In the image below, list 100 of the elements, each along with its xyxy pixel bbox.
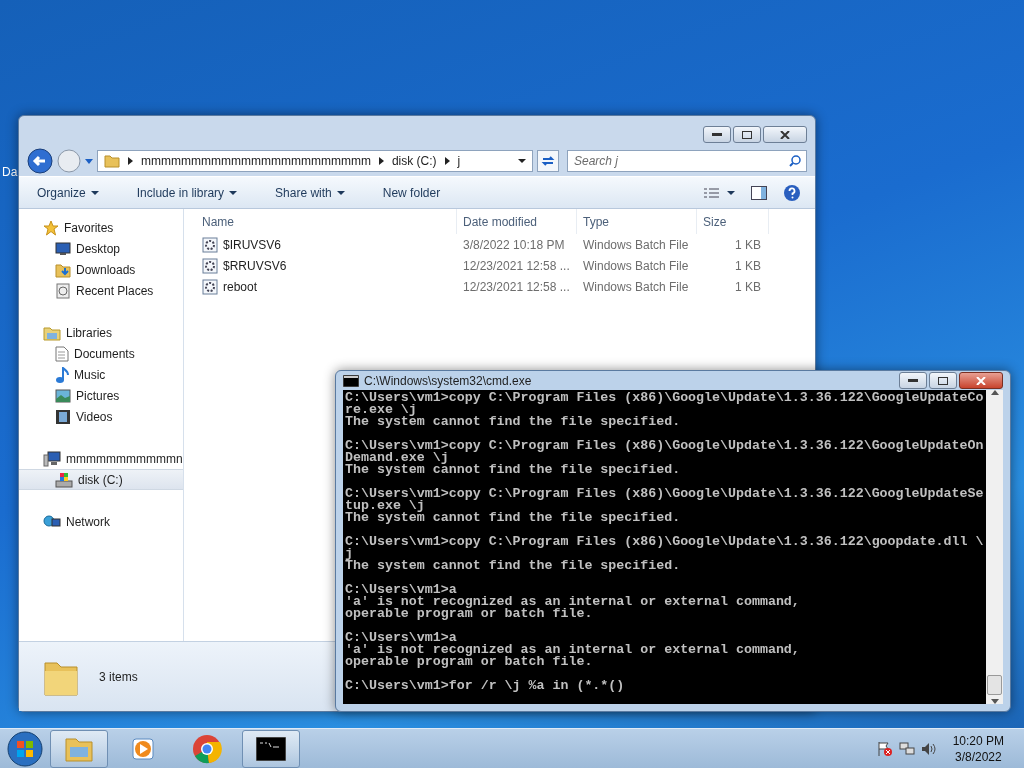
console-icon	[343, 374, 359, 387]
window-title: C:\Windows\system32\cmd.exe	[364, 372, 532, 390]
file-name[interactable]: reboot	[223, 277, 258, 296]
close-button[interactable]	[959, 372, 1003, 389]
caret-icon	[336, 190, 345, 195]
sidebar-group[interactable]: Network	[66, 512, 110, 531]
maximize-button[interactable]	[929, 372, 957, 389]
search-field[interactable]: Search j	[567, 150, 807, 172]
clock-time[interactable]: 10:20 PM	[952, 732, 1004, 749]
chevron-icon[interactable]	[444, 157, 450, 165]
preview-pane-icon[interactable]	[751, 185, 767, 200]
column-header[interactable]: Date modified	[457, 209, 577, 234]
column-header[interactable]: Size	[697, 209, 769, 234]
minimize-button[interactable]	[703, 126, 731, 143]
console-line: The system cannot find the file specified.	[345, 560, 682, 572]
console-line: C:\Users\vm1>copy C:\Program Files (x86)\Google\Update\1.3.36.122\GoogleUpdateSe	[345, 488, 985, 500]
column-header[interactable]: Name	[184, 209, 457, 234]
table-cell-text: 12/23/2021 12:58 ...	[462, 278, 571, 295]
clock-date[interactable]: 3/8/2022	[952, 748, 1004, 765]
breadcrumb[interactable]: j	[457, 152, 461, 170]
console-icon	[256, 736, 286, 761]
music-note-icon	[55, 366, 69, 383]
refresh-icon	[541, 155, 555, 167]
console-line: j	[345, 548, 353, 560]
refresh-button[interactable]	[537, 150, 559, 172]
sidebar-item[interactable]: Music	[19, 364, 183, 385]
caret-icon	[229, 190, 238, 195]
file-name[interactable]: $IRUVSV6	[223, 235, 282, 254]
scrollbar-thumb[interactable]	[987, 675, 1002, 695]
flag-alert-icon[interactable]	[876, 740, 893, 757]
gear-file-icon	[202, 257, 218, 274]
console-line: C:\Users\vm1>a	[345, 584, 457, 596]
console-line: C:\Users\vm1>copy C:\Program Files (x86)\Google\Update\1.3.36.122\GoogleUpdateOn	[345, 440, 985, 452]
breadcrumb[interactable]: mmmmmmmmmmmmmmmmmmmmmmm	[141, 152, 371, 170]
sidebar-item[interactable]: Desktop	[19, 238, 183, 259]
table-cell-text: 1 KB	[734, 257, 762, 274]
console-line: operable program or batch file.	[345, 656, 594, 668]
sidebar-item[interactable]: Downloads	[19, 259, 183, 280]
table-cell-text: 1 KB	[734, 278, 762, 295]
console-line: The system cannot find the file specified.	[345, 464, 682, 476]
film-icon	[55, 408, 71, 425]
view-list-icon[interactable]	[703, 186, 735, 199]
sidebar-item[interactable]: Documents	[19, 343, 183, 364]
caret-icon[interactable]	[518, 159, 526, 163]
column-header[interactable]: Type	[577, 209, 697, 234]
star-icon	[43, 219, 59, 236]
table-cell-text: 1 KB	[734, 236, 762, 253]
console-line: operable program or batch file.	[345, 608, 594, 620]
help-icon[interactable]	[783, 183, 801, 202]
maximize-icon	[742, 130, 752, 139]
maximize-icon	[938, 376, 948, 385]
console-line: re.exe \j	[345, 404, 417, 416]
table-cell-text: Windows Batch File	[582, 236, 690, 253]
gear-file-icon	[202, 236, 218, 253]
console-line: 'a' is not recognized as an internal or external command,	[345, 644, 801, 656]
scroll-down-icon[interactable]	[990, 699, 999, 704]
close-icon	[976, 376, 986, 385]
status-text: 3 items	[99, 668, 138, 686]
monitor-icon	[55, 241, 71, 256]
address-bar[interactable]: mmmmmmmmmmmmmmmmmmmmmmm disk (C:) j	[97, 150, 533, 172]
console-line: Demand.exe \j	[345, 452, 449, 464]
maximize-button[interactable]	[733, 126, 761, 143]
console-line: 'a' is not recognized as an internal or external command,	[345, 596, 801, 608]
sidebar-item[interactable]: disk (C:)	[19, 469, 183, 490]
chevron-icon[interactable]	[378, 157, 384, 165]
console-line: C:\Users\vm1>for /r \j %a in (*.*()	[345, 680, 626, 692]
sidebar-item[interactable]: Videos	[19, 406, 183, 427]
sidebar-item[interactable]: Recent Places	[19, 280, 183, 301]
search-icon	[789, 155, 801, 167]
gear-file-icon	[202, 278, 218, 295]
taskbar-button[interactable]	[242, 729, 300, 768]
drive-icon	[55, 471, 73, 488]
sidebar-group[interactable]: mmmmmmmmmmmn	[66, 449, 183, 468]
table-cell-text: 3/8/2022 10:18 PM	[462, 236, 566, 253]
minimize-button[interactable]	[899, 372, 927, 389]
console-line: The system cannot find the file specified.	[345, 416, 682, 428]
sidebar-group[interactable]: Favorites	[64, 218, 114, 237]
sidebar-item[interactable]: Pictures	[19, 385, 183, 406]
desktop-icon-label: Da	[2, 164, 18, 181]
table-cell-text: 12/23/2021 12:58 ...	[462, 257, 571, 274]
library-icon	[43, 324, 61, 341]
toolbar-button[interactable]: Include in library	[132, 181, 242, 204]
toolbar-button[interactable]: Share with	[271, 181, 349, 204]
sidebar-group[interactable]: Libraries	[66, 323, 113, 342]
table-cell-text: Windows Batch File	[582, 278, 690, 295]
console-line: C:\Users\vm1>copy C:\Program Files (x86)\Google\Update\1.3.36.122\goopdate.dll \	[345, 536, 985, 548]
toolbar-button[interactable]: New folder	[378, 181, 445, 204]
toolbar-button[interactable]: Organize	[33, 181, 103, 204]
folder-icon	[104, 154, 120, 168]
breadcrumb[interactable]: disk (C:)	[391, 152, 437, 170]
chevron-icon[interactable]	[128, 157, 133, 165]
start-button-icon[interactable]	[6, 729, 44, 768]
file-name[interactable]: $RRUVSV6	[223, 256, 287, 275]
network-icon[interactable]	[898, 740, 915, 757]
media-player-icon	[130, 735, 156, 762]
console-line: The system cannot find the file specified.	[345, 512, 682, 524]
download-folder-icon	[55, 261, 71, 278]
close-button[interactable]	[763, 126, 807, 143]
console-line: C:\Users\vm1>a	[345, 632, 457, 644]
table-cell-text: Windows Batch File	[582, 257, 690, 274]
